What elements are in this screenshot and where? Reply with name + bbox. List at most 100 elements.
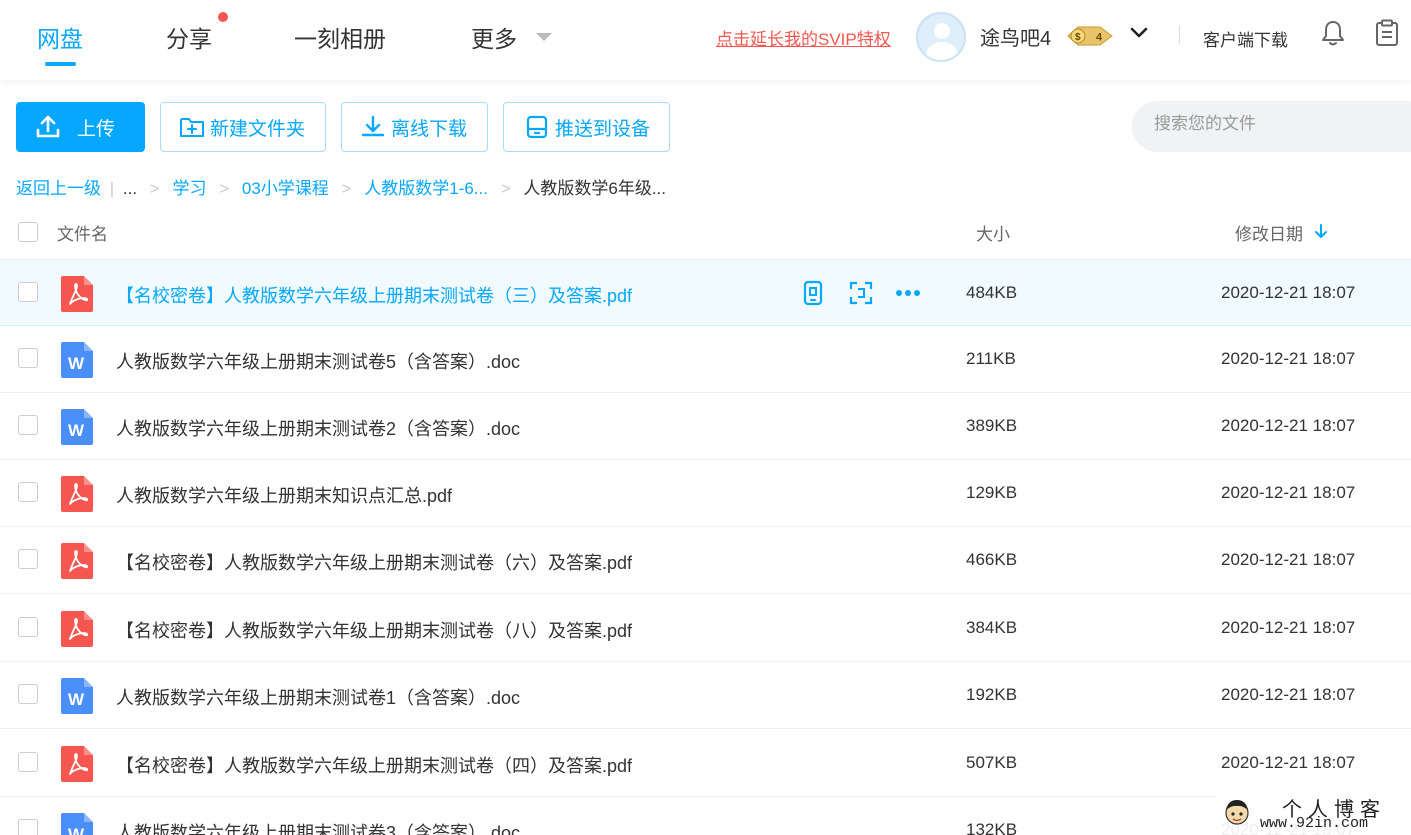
- bell-icon[interactable]: [1320, 19, 1346, 47]
- row-checkbox[interactable]: [18, 819, 38, 835]
- table-row[interactable]: 【名校密卷】人教版数学六年级上册期末测试卷（四）及答案.pdf 507KB 2020…: [0, 730, 1411, 797]
- new-folder-button[interactable]: 新建文件夹: [160, 102, 326, 152]
- file-name[interactable]: 人教版数学六年级上册期末测试卷1（含答案）.doc: [116, 684, 520, 710]
- search-box[interactable]: [1132, 101, 1411, 152]
- tab-album[interactable]: 一刻相册: [294, 20, 386, 54]
- svg-text:W: W: [68, 690, 85, 709]
- offline-download-button[interactable]: 离线下载: [341, 102, 488, 152]
- avatar[interactable]: [916, 12, 966, 62]
- file-size: 132KB: [966, 820, 1018, 835]
- chevron-down-icon[interactable]: [1130, 24, 1148, 42]
- file-size: 466KB: [966, 550, 1018, 569]
- notification-dot: [218, 12, 228, 22]
- send-to-device-icon[interactable]: [802, 280, 824, 306]
- watermark: 个人博客 www.92in.com: [1216, 793, 1411, 835]
- clipboard-icon[interactable]: [1374, 19, 1400, 47]
- upload-button[interactable]: 上传: [16, 102, 145, 152]
- push-to-device-button[interactable]: 推送到设备: [503, 102, 670, 152]
- breadcrumb-current: 人教版数学6年级...: [523, 179, 666, 198]
- breadcrumb-separator: >: [500, 179, 511, 198]
- upload-icon: [36, 115, 60, 138]
- more-dropdown-icon[interactable]: [536, 33, 552, 41]
- svg-text:W: W: [68, 354, 85, 373]
- breadcrumb-separator: >: [341, 179, 352, 198]
- row-checkbox[interactable]: [18, 348, 38, 368]
- file-modified-date: 2020-12-21 18:07: [1221, 685, 1356, 704]
- search-input[interactable]: [1154, 114, 1394, 134]
- file-modified-date: 2020-12-21 18:07: [1221, 283, 1356, 302]
- file-size: 192KB: [966, 685, 1018, 704]
- client-download-link[interactable]: 客户端下载: [1203, 26, 1288, 51]
- svip-extend-link[interactable]: 点击延长我的SVIP特权: [716, 25, 891, 50]
- back-link[interactable]: 返回上一级: [16, 174, 101, 199]
- offline-download-label: 离线下载: [391, 118, 468, 140]
- file-modified-date: 2020-12-21 18:07: [1221, 349, 1356, 368]
- device-icon: [526, 115, 548, 139]
- breadcrumb-item-study[interactable]: 学习: [172, 174, 206, 199]
- file-modified-date: 2020-12-21 18:07: [1221, 483, 1356, 502]
- more-options-icon[interactable]: [895, 281, 923, 305]
- download-icon: [361, 115, 385, 137]
- column-header-name[interactable]: 文件名: [57, 220, 108, 245]
- new-folder-label: 新建文件夹: [210, 118, 306, 140]
- breadcrumb-ellipsis[interactable]: ...: [123, 179, 137, 199]
- share-icon[interactable]: [849, 281, 873, 305]
- breadcrumb-item-primary-course[interactable]: 03小学课程: [242, 174, 329, 199]
- file-name[interactable]: 人教版数学六年级上册期末测试卷2（含答案）.doc: [116, 415, 520, 441]
- table-row[interactable]: W人教版数学六年级上册期末测试卷3（含答案）.doc132KB2020-12-2…: [0, 797, 1411, 835]
- word-file-icon: W: [61, 813, 93, 835]
- file-modified-date: 2020-12-21 18:07: [1221, 416, 1356, 435]
- svip-level-badge: $ 4: [1067, 26, 1113, 46]
- pdf-file-icon: [61, 611, 93, 647]
- breadcrumb: 返回上一级 | ... > 学习 > 03小学课程 > 人教版数学1-6... …: [16, 174, 666, 199]
- file-name[interactable]: 人教版数学六年级上册期末知识点汇总.pdf: [116, 482, 452, 508]
- watermark-url: www.92in.com: [1260, 815, 1369, 832]
- file-size: 507KB: [966, 753, 1018, 772]
- row-checkbox[interactable]: [18, 617, 38, 637]
- table-row[interactable]: W 人教版数学六年级上册期末测试卷2（含答案）.doc 389KB 2020-12-2…: [0, 393, 1411, 460]
- upload-label: 上传: [77, 118, 116, 140]
- column-header-size[interactable]: 大小: [976, 220, 1010, 245]
- select-all-checkbox[interactable]: [18, 222, 38, 242]
- file-name[interactable]: 【名校密卷】人教版数学六年级上册期末测试卷（四）及答案.pdf: [116, 752, 632, 778]
- file-name[interactable]: 【名校密卷】人教版数学六年级上册期末测试卷（三）及答案.pdf: [116, 282, 632, 308]
- row-checkbox[interactable]: [18, 549, 38, 569]
- sort-descending-icon[interactable]: [1314, 223, 1328, 239]
- table-row[interactable]: 人教版数学六年级上册期末知识点汇总.pdf 129KB 2020-12-21 18:…: [0, 460, 1411, 527]
- breadcrumb-item-math-1-6[interactable]: 人教版数学1-6...: [364, 174, 488, 199]
- top-navigation: 网盘 分享 一刻相册 更多 点击延长我的SVIP特权 途鸟吧4 $ 4 客户端下…: [0, 0, 1411, 80]
- row-checkbox[interactable]: [18, 282, 38, 302]
- tab-netdisk[interactable]: 网盘: [37, 20, 83, 54]
- new-folder-icon: [180, 118, 204, 137]
- tab-more[interactable]: 更多: [471, 20, 517, 54]
- file-name[interactable]: 人教版数学六年级上册期末测试卷3（含答案）.doc: [116, 819, 520, 835]
- breadcrumb-separator: >: [219, 179, 230, 198]
- table-row[interactable]: W 人教版数学六年级上册期末测试卷1（含答案）.doc 192KB 2020-12-2…: [0, 662, 1411, 729]
- table-row[interactable]: 【名校密卷】人教版数学六年级上册期末测试卷（三）及答案.pdf 484KB 2020…: [0, 259, 1411, 326]
- svg-text:W: W: [68, 421, 85, 440]
- row-checkbox[interactable]: [18, 482, 38, 502]
- row-checkbox[interactable]: [18, 415, 38, 435]
- table-row[interactable]: W 人教版数学六年级上册期末测试卷5（含答案）.doc 211KB 2020-12-2…: [0, 326, 1411, 393]
- file-modified-date: 2020-12-21 18:07: [1221, 550, 1356, 569]
- breadcrumb-separator: >: [149, 179, 160, 198]
- file-size: 129KB: [966, 483, 1018, 502]
- svg-text:W: W: [68, 825, 85, 835]
- row-checkbox[interactable]: [18, 752, 38, 772]
- file-modified-date: 2020-12-21 18:07: [1221, 753, 1356, 772]
- word-file-icon: W: [61, 409, 93, 445]
- file-name[interactable]: 【名校密卷】人教版数学六年级上册期末测试卷（八）及答案.pdf: [116, 617, 632, 643]
- table-row[interactable]: 【名校密卷】人教版数学六年级上册期末测试卷（八）及答案.pdf 384KB 2020…: [0, 595, 1411, 662]
- file-size: 484KB: [966, 283, 1018, 302]
- file-size: 384KB: [966, 618, 1018, 637]
- tab-share[interactable]: 分享: [166, 20, 212, 54]
- file-name[interactable]: 人教版数学六年级上册期末测试卷5（含答案）.doc: [116, 348, 520, 374]
- file-size: 389KB: [966, 416, 1018, 435]
- table-row[interactable]: 【名校密卷】人教版数学六年级上册期末测试卷（六）及答案.pdf 466KB 2020…: [0, 527, 1411, 594]
- pdf-file-icon: [61, 543, 93, 579]
- column-header-date[interactable]: 修改日期: [1235, 220, 1303, 245]
- username[interactable]: 途鸟吧4: [980, 22, 1051, 51]
- file-modified-date: 2020-12-21 18:07: [1221, 618, 1356, 637]
- row-checkbox[interactable]: [18, 684, 38, 704]
- file-name[interactable]: 【名校密卷】人教版数学六年级上册期末测试卷（六）及答案.pdf: [116, 549, 632, 575]
